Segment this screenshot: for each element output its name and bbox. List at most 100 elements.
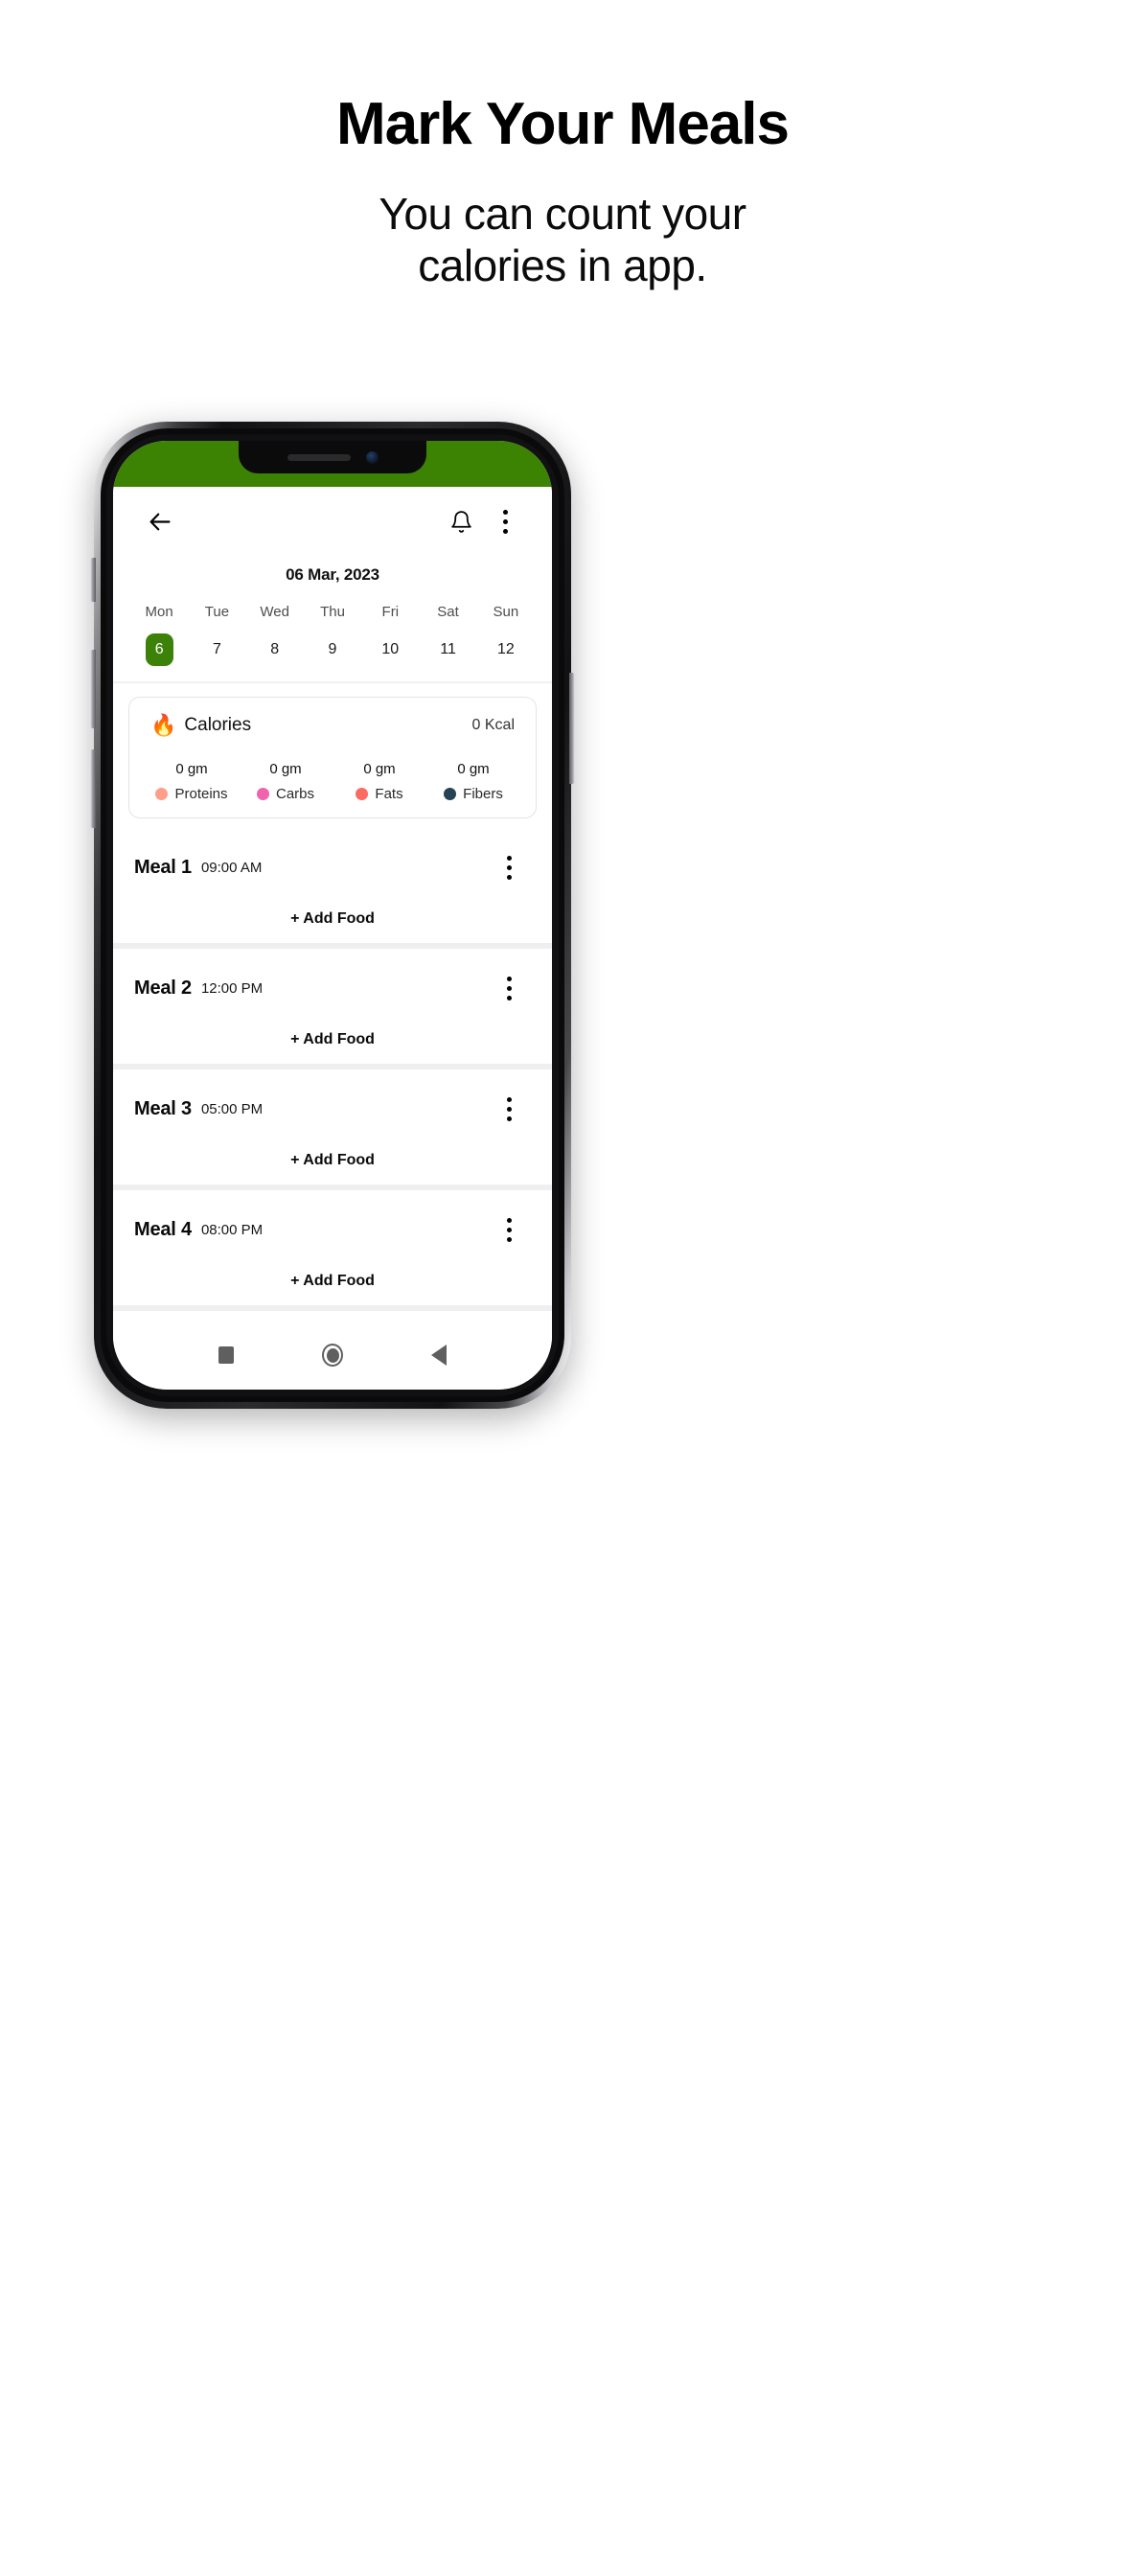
- arrow-left-icon: [149, 513, 171, 530]
- meal-time: 05:00 PM: [200, 1100, 264, 1117]
- meal-overflow-button[interactable]: [487, 845, 531, 889]
- macro-amount: 0 gm: [457, 761, 490, 777]
- calendar-section: 06 Mar, 2023 Mon Tue Wed Thu Fri Sat Sun…: [113, 556, 552, 681]
- calories-value: 0 Kcal: [471, 717, 515, 733]
- meal-overflow-button[interactable]: [487, 966, 531, 1010]
- more-vertical-icon: [506, 976, 512, 1000]
- weekday-row: Mon Tue Wed Thu Fri Sat Sun: [113, 590, 552, 624]
- back-button[interactable]: [138, 499, 182, 543]
- fibers-color-dot-icon: [444, 788, 457, 800]
- app-bar: [113, 487, 552, 556]
- notifications-button[interactable]: [439, 499, 483, 543]
- meal-header: Meal 1 09:00 AM: [134, 845, 531, 889]
- macro-legend: Proteins: [145, 786, 239, 802]
- meal-time: 09:00 AM: [200, 859, 263, 876]
- macro-grid: 0 gm Proteins 0 gm Carbs 0 gm Fats 0 gm …: [145, 761, 520, 802]
- more-vertical-icon: [506, 1217, 512, 1242]
- status-bar: [113, 441, 552, 487]
- more-vertical-icon: [506, 1096, 512, 1121]
- weekday-label-sat: Sat: [437, 604, 459, 620]
- calories-card-area: 🔥 Calories 0 Kcal 0 gm Proteins 0 gm Car…: [113, 683, 552, 828]
- meal-header: Meal 4 08:00 PM: [134, 1208, 531, 1252]
- macro-legend: Fats: [333, 786, 426, 802]
- macro-name: Carbs: [275, 786, 314, 802]
- app-bar-overflow-button[interactable]: [483, 499, 527, 543]
- weekday-label-sun: Sun: [493, 604, 519, 620]
- more-vertical-icon: [502, 509, 508, 534]
- meal-overflow-button[interactable]: [487, 1208, 531, 1252]
- meal-row: Meal 2 12:00 PM + Add Food: [113, 949, 552, 1064]
- date-chip[interactable]: 12: [491, 633, 521, 666]
- earpiece-speaker-icon: [287, 453, 351, 461]
- macro-carbs: 0 gm Carbs: [239, 761, 333, 802]
- macro-proteins: 0 gm Proteins: [145, 761, 239, 802]
- page-title: Mark Your Meals: [335, 91, 790, 157]
- add-food-button[interactable]: + Add Food: [134, 1273, 531, 1290]
- meal-list: Meal 1 09:00 AM + Add Food Meal 2 12:00 …: [113, 828, 552, 1311]
- phone-mockup: 06 Mar, 2023 Mon Tue Wed Thu Fri Sat Sun…: [90, 422, 575, 1409]
- date-chip[interactable]: 10: [375, 633, 405, 666]
- date-chip[interactable]: 7: [203, 633, 231, 666]
- meal-time: 12:00 PM: [200, 979, 264, 997]
- meal-name: Meal 3: [134, 1097, 192, 1119]
- macro-amount: 0 gm: [363, 761, 396, 777]
- phone-volume-up-button[interactable]: [90, 650, 96, 728]
- add-food-button[interactable]: + Add Food: [134, 910, 531, 928]
- phone-power-button[interactable]: [569, 673, 575, 784]
- macro-fibers: 0 gm Fibers: [426, 761, 520, 802]
- weekday-label-tue: Tue: [204, 604, 230, 620]
- more-vertical-icon: [506, 855, 512, 880]
- add-food-button[interactable]: + Add Food: [134, 1031, 531, 1048]
- date-cell-5[interactable]: 11: [419, 633, 476, 666]
- date-cell-2[interactable]: 8: [246, 633, 304, 666]
- date-cell-3[interactable]: 9: [304, 633, 361, 666]
- meal-name: Meal 2: [134, 977, 192, 999]
- square-recents-icon[interactable]: [218, 1346, 234, 1364]
- macro-legend: Fibers: [426, 786, 520, 802]
- calories-card-header: 🔥 Calories 0 Kcal: [145, 715, 520, 736]
- promo-header: Mark Your Meals You can count your calor…: [0, 0, 1125, 292]
- weekday-label-fri: Fri: [381, 604, 400, 620]
- bell-icon: [450, 510, 471, 533]
- phone-notch: [239, 441, 426, 473]
- meal-name: Meal 1: [134, 856, 192, 878]
- macro-fats: 0 gm Fats: [333, 761, 426, 802]
- promo-subtitle-line-1: You can count your: [379, 189, 746, 240]
- selected-date-label: 06 Mar, 2023: [286, 565, 379, 584]
- calories-label: Calories: [184, 715, 252, 735]
- date-cell-1[interactable]: 7: [188, 633, 245, 666]
- circle-home-icon[interactable]: [322, 1344, 343, 1367]
- date-row: 6 7 8 9 10 11 12: [113, 624, 552, 681]
- macro-legend: Carbs: [239, 786, 333, 802]
- android-navigation-bar: [113, 1321, 552, 1390]
- add-food-button[interactable]: + Add Food: [134, 1152, 531, 1169]
- fire-emoji-icon: 🔥: [150, 713, 177, 737]
- carbs-color-dot-icon: [256, 788, 269, 800]
- date-chip-selected[interactable]: 6: [145, 633, 173, 666]
- macro-name: Fats: [375, 786, 403, 802]
- date-cell-6[interactable]: 12: [477, 633, 535, 666]
- macro-amount: 0 gm: [175, 761, 208, 777]
- meal-header: Meal 3 05:00 PM: [134, 1087, 531, 1131]
- promo-subtitle-line-2: calories in app.: [418, 241, 707, 291]
- proteins-color-dot-icon: [155, 788, 169, 800]
- date-chip[interactable]: 8: [261, 633, 288, 666]
- front-camera-icon: [365, 450, 379, 464]
- meal-row: Meal 1 09:00 AM + Add Food: [113, 828, 552, 943]
- phone-volume-down-button[interactable]: [90, 749, 96, 828]
- meal-overflow-button[interactable]: [487, 1087, 531, 1131]
- meal-name: Meal 4: [134, 1218, 192, 1240]
- date-chip[interactable]: 9: [318, 633, 346, 666]
- date-cell-4[interactable]: 10: [361, 633, 419, 666]
- triangle-back-icon[interactable]: [431, 1345, 447, 1366]
- phone-screen: 06 Mar, 2023 Mon Tue Wed Thu Fri Sat Sun…: [113, 441, 552, 1390]
- date-cell-0[interactable]: 6: [130, 633, 188, 666]
- date-chip[interactable]: 11: [433, 633, 463, 666]
- weekday-label-wed: Wed: [260, 604, 289, 620]
- meal-row: Meal 4 08:00 PM + Add Food: [113, 1190, 552, 1305]
- fats-color-dot-icon: [356, 788, 369, 800]
- phone-silent-switch[interactable]: [90, 558, 96, 602]
- macro-amount: 0 gm: [269, 761, 302, 777]
- macro-name: Fibers: [463, 786, 503, 802]
- calories-card: 🔥 Calories 0 Kcal 0 gm Proteins 0 gm Car…: [128, 697, 537, 818]
